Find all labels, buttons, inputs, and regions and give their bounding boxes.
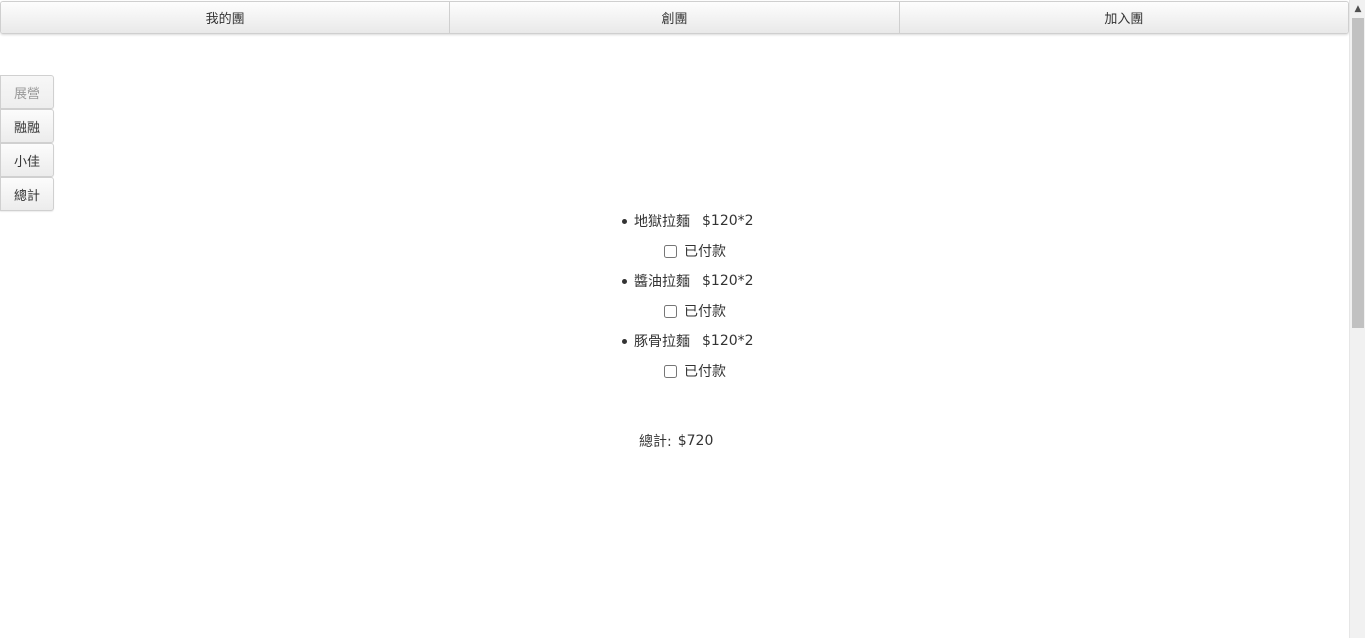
vertical-scrollbar[interactable]: ▲ — [1349, 0, 1365, 638]
viewport: 我的團 創團 加入團 展營 融融 小佳 總計 地獄拉麵 $120*2 已付款 醬… — [0, 0, 1365, 638]
order-item: 醬油拉麵 $120*2 已付款 — [620, 269, 880, 329]
paid-row[interactable]: 已付款 — [664, 359, 726, 383]
total-button[interactable]: 總計 — [0, 177, 54, 211]
paid-label: 已付款 — [684, 304, 726, 320]
member-sidebar: 展營 融融 小佳 總計 — [0, 75, 54, 211]
bullet-icon — [622, 338, 627, 344]
item-price: $120*2 — [702, 213, 754, 229]
total-value: $720 — [677, 433, 714, 449]
order-line: 地獄拉麵 $120*2 — [620, 209, 754, 233]
paid-checkbox[interactable] — [664, 304, 677, 318]
paid-checkbox[interactable] — [664, 364, 677, 378]
order-item: 地獄拉麵 $120*2 已付款 — [620, 209, 880, 269]
order-item: 豚骨拉麵 $120*2 已付款 — [620, 329, 880, 389]
bullet-icon — [622, 278, 627, 284]
order-total: 總計: $720 — [639, 430, 713, 452]
item-name: 地獄拉麵 — [634, 214, 690, 230]
paid-row[interactable]: 已付款 — [664, 299, 726, 323]
item-price: $120*2 — [702, 333, 754, 349]
bullet-icon — [622, 218, 627, 224]
member-button-xiaojia[interactable]: 小佳 — [0, 143, 54, 177]
order-line: 豚骨拉麵 $120*2 — [620, 329, 754, 353]
tab-join-group[interactable]: 加入團 — [899, 2, 1348, 33]
page: 我的團 創團 加入團 展營 融融 小佳 總計 地獄拉麵 $120*2 已付款 醬… — [0, 0, 1349, 638]
item-name: 醬油拉麵 — [634, 274, 690, 290]
order-list: 地獄拉麵 $120*2 已付款 醬油拉麵 $120*2 已付款 豚骨拉麵 $12… — [620, 209, 880, 389]
item-price: $120*2 — [702, 273, 754, 289]
order-line: 醬油拉麵 $120*2 — [620, 269, 754, 293]
paid-checkbox[interactable] — [664, 244, 677, 258]
item-name: 豚骨拉麵 — [634, 334, 690, 350]
member-button-zhanying[interactable]: 展營 — [0, 75, 54, 109]
top-tab-bar: 我的團 創團 加入團 — [0, 1, 1349, 34]
chevron-up-icon[interactable]: ▲ — [1350, 0, 1365, 18]
tab-my-groups[interactable]: 我的團 — [1, 2, 451, 33]
paid-row[interactable]: 已付款 — [664, 239, 726, 263]
paid-label: 已付款 — [684, 364, 726, 380]
paid-label: 已付款 — [684, 244, 726, 260]
scrollbar-thumb[interactable] — [1352, 18, 1364, 328]
tab-create-group[interactable]: 創團 — [450, 2, 900, 33]
total-label: 總計: — [639, 434, 672, 450]
member-button-rongrong[interactable]: 融融 — [0, 109, 54, 143]
